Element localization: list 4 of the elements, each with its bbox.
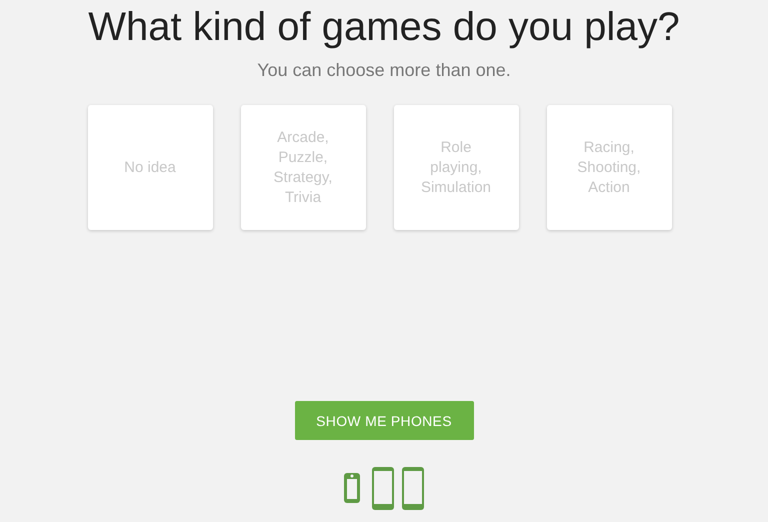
page-subtitle: You can choose more than one. (257, 60, 511, 81)
show-phones-button[interactable]: SHOW ME PHONES (294, 401, 474, 440)
page-title: What kind of games do you play? (88, 4, 680, 50)
phones-icon (344, 467, 424, 511)
